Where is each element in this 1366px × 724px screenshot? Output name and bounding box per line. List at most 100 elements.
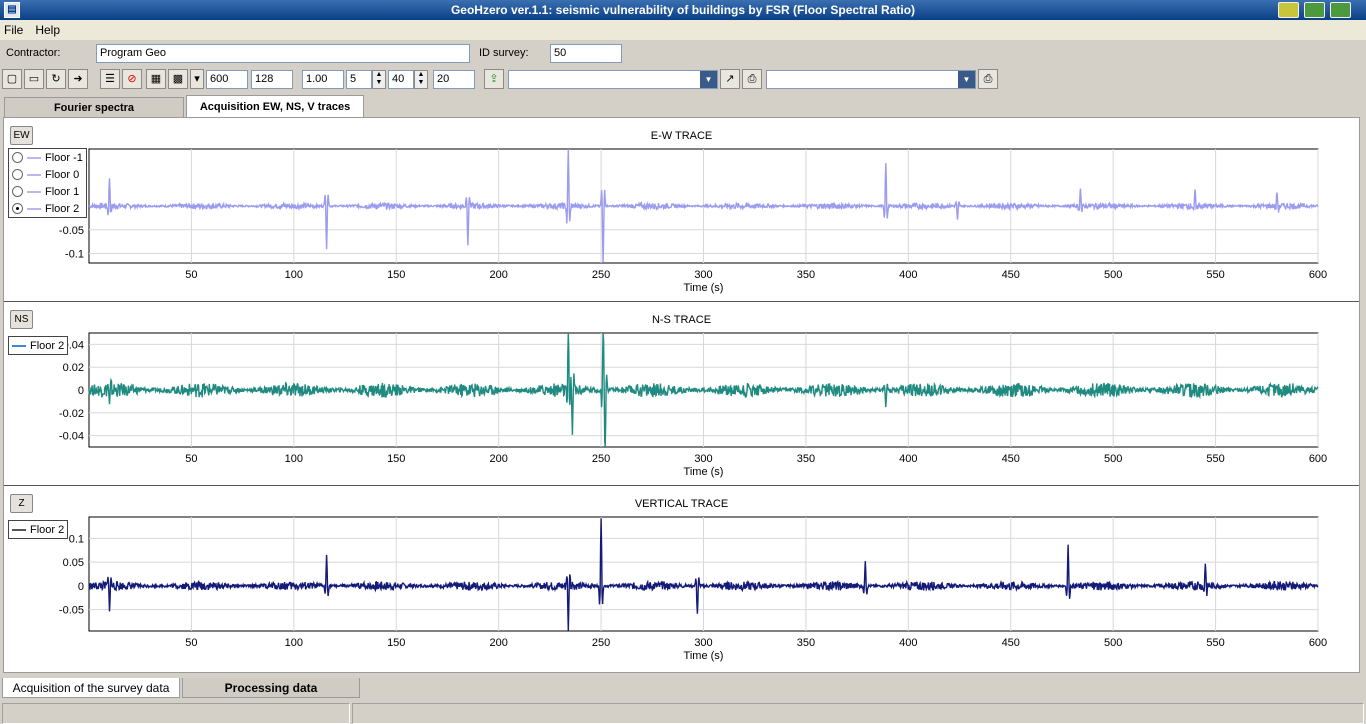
x-tick-label: 500 xyxy=(1104,269,1122,281)
ns-trace-chart: 50 100 150 200 250 300 350 400 450 500 550 6000.040… xyxy=(59,332,1327,478)
survey-fields: Contractor: Program Geo ID survey: 50 xyxy=(0,40,1366,68)
dropdown-icon[interactable]: ▾ xyxy=(190,69,204,89)
settings-list-icon[interactable]: ☰ xyxy=(100,69,120,89)
x-tick-label: 150 xyxy=(387,269,405,281)
x-tick-label: 50 xyxy=(185,269,197,281)
x-tick-label: 550 xyxy=(1206,637,1224,649)
toolbar: ▢ ▭ ↻ ➜ ☰ ⊘ ▦ ▩ ▾ 600 128 1.00 5 ▲ ▼ 40 ▲… xyxy=(0,68,1366,92)
legend-item[interactable]: Floor -1 xyxy=(9,149,86,166)
y-tick-label: -0.05 xyxy=(59,225,84,237)
swatch-icon xyxy=(27,156,41,159)
x-tick-label: 150 xyxy=(387,637,405,649)
x-tick-label: 50 xyxy=(185,637,197,649)
x-tick-label: 350 xyxy=(797,637,815,649)
legend-item[interactable]: Floor 2 xyxy=(9,337,67,354)
param-b-spinner[interactable]: ▲ ▼ xyxy=(414,70,428,89)
status-panel xyxy=(2,703,350,724)
maximize-button[interactable] xyxy=(1304,2,1325,18)
legend-item[interactable]: Floor 2 xyxy=(9,521,67,538)
samples-field[interactable]: 128 xyxy=(251,70,293,89)
title-bar: ▤ GeoHzero ver.1.1: seismic vulnerabilit… xyxy=(0,0,1366,20)
vertical-trace-chart: 50 100 150 200 250 300 350 400 450 500 550 600 0.1 0.… xyxy=(59,516,1327,662)
x-tick-label: 450 xyxy=(1002,453,1020,465)
status-panel xyxy=(352,703,1364,724)
contractor-field[interactable]: Program Geo xyxy=(96,44,470,63)
y-tick-label: -0.04 xyxy=(59,431,84,443)
radio-icon[interactable] xyxy=(12,203,23,214)
filter-icon[interactable]: ▩ xyxy=(168,69,188,89)
legend-label: Floor 2 xyxy=(45,202,80,215)
radio-icon[interactable] xyxy=(12,169,23,180)
param-c-field[interactable]: 20 xyxy=(433,70,475,89)
chevron-down-icon[interactable]: ▼ xyxy=(958,71,975,88)
x-tick-label: 400 xyxy=(899,637,917,649)
floor-select-2[interactable]: ▼ xyxy=(766,70,976,89)
x-tick-label: 50 xyxy=(185,453,197,465)
swatch-icon xyxy=(12,528,26,531)
x-tick-label: 150 xyxy=(387,453,405,465)
ew-chart-title: E-W TRACE xyxy=(650,130,713,142)
menu-help[interactable]: Help xyxy=(35,23,60,37)
upload-icon[interactable]: ⇪ xyxy=(484,69,504,89)
x-tick-label: 550 xyxy=(1206,269,1224,281)
tab-processing-data[interactable]: Processing data xyxy=(182,678,360,698)
tab-acquisition-survey[interactable]: Acquisition of the survey data xyxy=(2,678,180,698)
calculator-icon[interactable]: ▦ xyxy=(146,69,166,89)
param-b-field[interactable]: 40 xyxy=(388,70,414,89)
x-tick-label: 100 xyxy=(285,637,303,649)
print-icon[interactable]: ⎙ xyxy=(978,69,998,89)
tab-acquisition-traces[interactable]: Acquisition EW, NS, V traces xyxy=(186,95,364,117)
x-tick-label: 600 xyxy=(1309,637,1327,649)
x-tick-label: 200 xyxy=(489,637,507,649)
legend-item[interactable]: Floor 0 xyxy=(9,166,86,183)
menu-bar: File Help xyxy=(0,20,1366,40)
id-survey-field[interactable]: 50 xyxy=(550,44,622,63)
legend-item[interactable]: Floor 1 xyxy=(9,183,86,200)
legend-item[interactable]: Floor 2 xyxy=(9,200,86,217)
window-length-field[interactable]: 600 xyxy=(206,70,248,89)
smoothing-field[interactable]: 1.00 xyxy=(302,70,344,89)
swatch-icon xyxy=(27,173,41,176)
menu-file[interactable]: File xyxy=(4,23,23,37)
app-icon[interactable]: ▤ xyxy=(4,2,20,18)
x-tick-label: 500 xyxy=(1104,453,1122,465)
close-button[interactable] xyxy=(1330,2,1351,18)
import-icon[interactable]: ↻ xyxy=(46,69,66,89)
x-tick-label: 200 xyxy=(489,269,507,281)
x-tick-label: 300 xyxy=(694,637,712,649)
workflow-tabs: Acquisition of the survey data Processin… xyxy=(0,678,1366,700)
radio-icon[interactable] xyxy=(12,186,23,197)
ns-legend: Floor 2 xyxy=(8,336,69,355)
floor-select-1[interactable]: ▼ xyxy=(508,70,718,89)
vertical-trace-panel: 50 100 150 200 250 300 350 400 450 500 550 600 0.1 0.… xyxy=(4,486,1359,670)
radio-icon[interactable] xyxy=(12,152,23,163)
chart-tool-icon[interactable]: ↗ xyxy=(720,69,740,89)
stop-icon[interactable]: ⊘ xyxy=(122,69,142,89)
x-tick-label: 500 xyxy=(1104,637,1122,649)
x-tick-label: 100 xyxy=(285,453,303,465)
open-folder-icon[interactable]: ▭ xyxy=(24,69,44,89)
vertical-legend: Floor 2 xyxy=(8,520,69,539)
x-tick-label: 100 xyxy=(285,269,303,281)
x-tick-label: 450 xyxy=(1002,637,1020,649)
x-tick-label: 550 xyxy=(1206,453,1224,465)
print-icon[interactable]: ⎙ xyxy=(742,69,762,89)
x-tick-label: 250 xyxy=(592,453,610,465)
x-tick-label: 600 xyxy=(1309,453,1327,465)
x-axis-label: Time (s) xyxy=(684,466,724,478)
minimize-button[interactable] xyxy=(1278,2,1299,18)
x-tick-label: 250 xyxy=(592,637,610,649)
tab-fourier-spectra[interactable]: Fourier spectra xyxy=(4,97,184,117)
swatch-icon xyxy=(27,207,41,210)
new-icon[interactable]: ▢ xyxy=(2,69,22,89)
param-a-spinner[interactable]: ▲ ▼ xyxy=(372,70,386,89)
export-icon[interactable]: ➜ xyxy=(68,69,88,89)
x-tick-label: 400 xyxy=(899,269,917,281)
x-tick-label: 450 xyxy=(1002,269,1020,281)
param-a-field[interactable]: 5 xyxy=(346,70,372,89)
y-tick-label: 0 xyxy=(78,385,84,397)
swatch-icon xyxy=(27,190,41,193)
legend-label: Floor -1 xyxy=(45,151,83,164)
chevron-down-icon[interactable]: ▼ xyxy=(700,71,717,88)
y-tick-label: -0.05 xyxy=(59,605,84,617)
